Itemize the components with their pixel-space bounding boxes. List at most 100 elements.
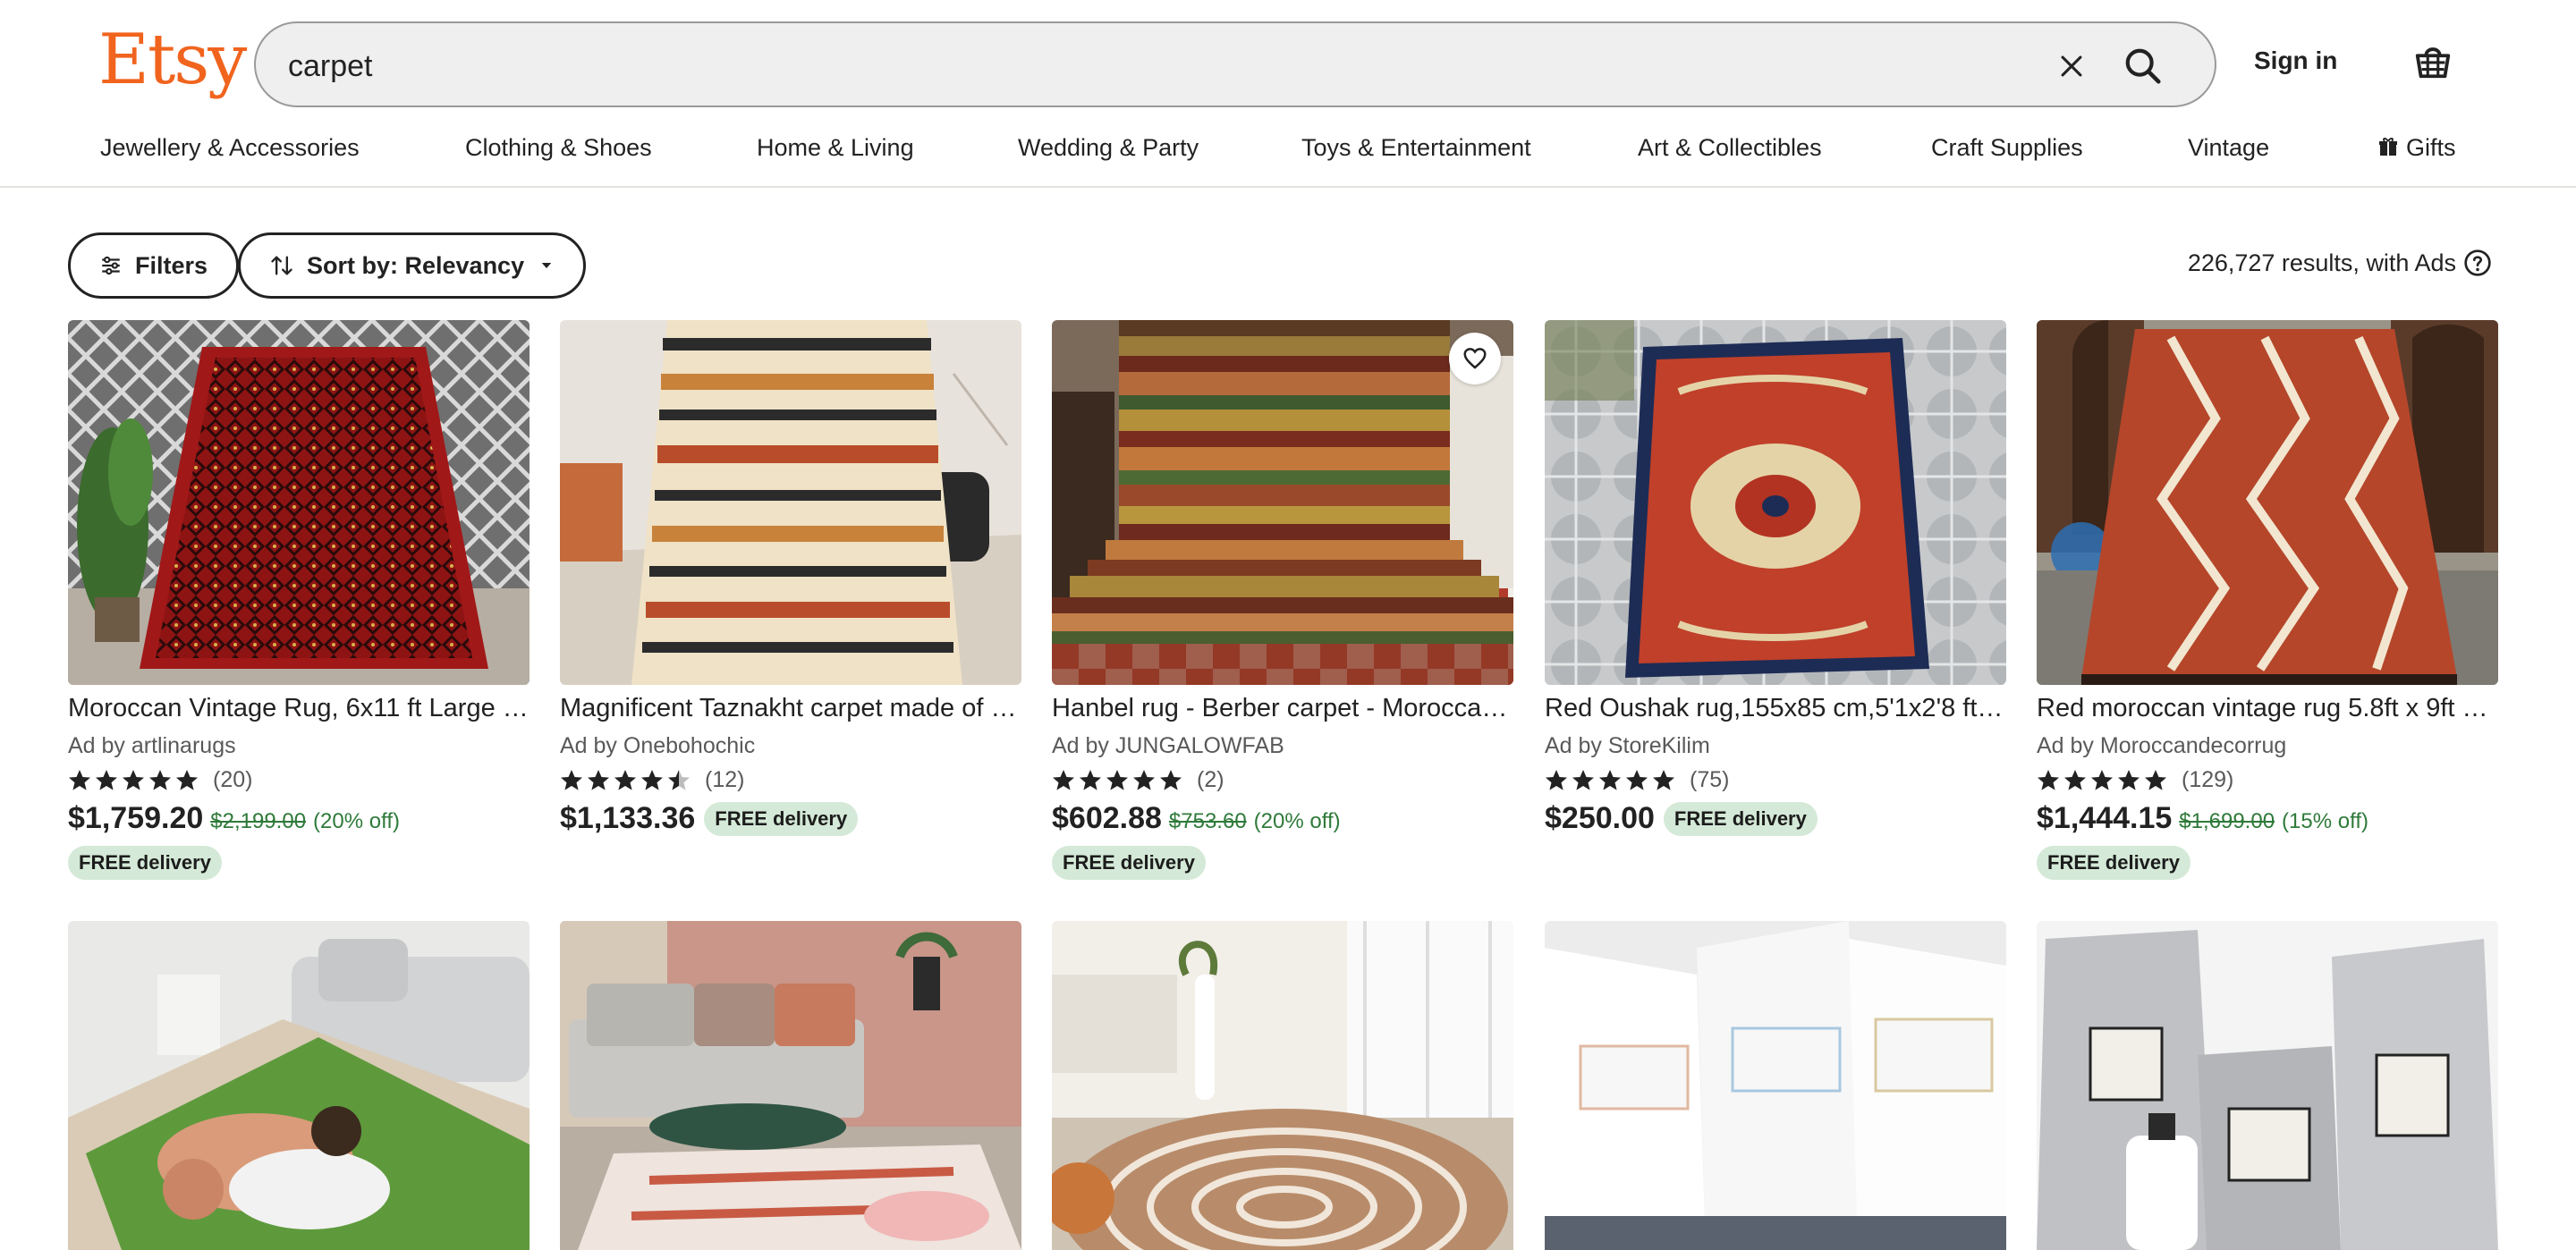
original-price: $2,199.00: [210, 809, 307, 833]
category-vintage[interactable]: Vintage: [2188, 134, 2269, 162]
filters-icon: [102, 256, 120, 275]
search-bar: [254, 21, 2216, 107]
listing-image[interactable]: [1545, 320, 2006, 685]
listing-price: $1,133.36: [560, 801, 696, 835]
caret-down-icon: [541, 263, 552, 268]
filters-label: Filters: [135, 251, 208, 279]
price-row: $1,133.36 FREE delivery: [560, 801, 859, 839]
category-gifts-label: Gifts: [2406, 134, 2456, 161]
price-row: $1,759.20 $2,199.00 (20% off): [68, 801, 400, 836]
rug-photo: [1052, 320, 1513, 685]
listing-title[interactable]: Red moroccan vintage rug 5.8ft x 9ft han…: [2037, 694, 2498, 723]
star-rating: [68, 769, 202, 792]
listing-rating: (129): [2037, 767, 2233, 793]
photo-rug-family: [68, 921, 530, 1250]
listing-shop[interactable]: Ad by artlinarugs: [68, 733, 236, 759]
review-count: (2): [1197, 767, 1224, 792]
close-icon: [2061, 55, 2082, 77]
rug-photo: [2037, 320, 2498, 685]
listing-image[interactable]: [2037, 320, 2498, 685]
review-count: (12): [705, 767, 745, 792]
listing-rating: (12): [560, 767, 744, 793]
listing-rating: (2): [1052, 767, 1224, 793]
rug-photo: [1545, 320, 2006, 685]
listing-title[interactable]: Red Oushak rug,155x85 cm,5'1x2'8 ft, vin…: [1545, 694, 2006, 723]
review-count: (129): [2182, 767, 2234, 792]
category-craft-supplies[interactable]: Craft Supplies: [1931, 134, 2083, 162]
listing-shop[interactable]: Ad by Moroccandecorrug: [2037, 733, 2286, 759]
listing-rating: (75): [1545, 767, 1729, 793]
listing-image[interactable]: [2037, 921, 2498, 1250]
original-price: $1,699.00: [2179, 809, 2275, 833]
search-input[interactable]: [288, 45, 1987, 88]
listing-shop[interactable]: Ad by StoreKilim: [1545, 733, 1710, 759]
search-button[interactable]: [2107, 30, 2179, 102]
help-icon[interactable]: [2463, 249, 2492, 277]
results-count: 226,727 results, with Ads: [2188, 249, 2492, 277]
listing-image[interactable]: [68, 320, 530, 685]
free-delivery-badge: FREE delivery: [2037, 846, 2190, 880]
listing-price: $602.88: [1052, 801, 1162, 835]
review-count: (75): [1690, 767, 1730, 792]
listing-price: $1,444.15: [2037, 801, 2173, 835]
filters-button[interactable]: Filters: [68, 232, 240, 299]
listing-shop[interactable]: Ad by JUNGALOWFAB: [1052, 733, 1284, 759]
basket-icon: [2415, 47, 2451, 79]
search-icon: [2125, 48, 2161, 84]
category-clothing-shoes[interactable]: Clothing & Shoes: [465, 134, 652, 162]
listing-image[interactable]: [1545, 921, 2006, 1250]
category-gifts[interactable]: Gifts: [2377, 134, 2456, 162]
free-delivery-badge: FREE delivery: [1663, 802, 1818, 836]
photo-round-jute-rug: [1052, 921, 1513, 1250]
listing-image[interactable]: [1052, 921, 1513, 1250]
photo-laundry-bags: [1545, 921, 2006, 1250]
cart-button[interactable]: [2408, 36, 2458, 86]
star-rating: [560, 769, 694, 792]
rug-photo: [68, 320, 530, 685]
sort-label: Sort by: Relevancy: [307, 251, 525, 279]
heart-icon: [1463, 348, 1487, 369]
listing-title[interactable]: Magnificent Taznakht carpet made of wool: [560, 694, 1021, 723]
sort-icon: [271, 256, 292, 275]
listing-title[interactable]: Hanbel rug - Berber carpet - Moroccan ki…: [1052, 694, 1513, 723]
category-toys-entertainment[interactable]: Toys & Entertainment: [1301, 134, 1531, 162]
review-count: (20): [213, 767, 253, 792]
listing-price: $250.00: [1545, 801, 1655, 835]
photo-silver-pouches: [2037, 921, 2498, 1250]
listing-image[interactable]: [68, 921, 530, 1250]
listing-price: $1,759.20: [68, 801, 204, 835]
rug-photo: [560, 320, 1021, 685]
etsy-logo[interactable]: Etsy: [98, 20, 247, 100]
favorite-button[interactable]: [1449, 333, 1501, 384]
free-delivery-badge: FREE delivery: [704, 802, 859, 836]
photo-living-room: [560, 921, 1021, 1250]
price-row: $1,444.15 $1,699.00 (15% off): [2037, 801, 2368, 836]
price-row: $602.88 $753.60 (20% off): [1052, 801, 1341, 836]
original-price: $753.60: [1168, 809, 1247, 833]
category-wedding-party[interactable]: Wedding & Party: [1018, 134, 1199, 162]
discount: (15% off): [2282, 809, 2368, 833]
listing-image[interactable]: [560, 921, 1021, 1250]
free-delivery-badge: FREE delivery: [1052, 846, 1206, 880]
listing-image[interactable]: [560, 320, 1021, 685]
results-text: 226,727 results, with Ads: [2187, 249, 2456, 276]
category-jewellery-accessories[interactable]: Jewellery & Accessories: [100, 134, 360, 162]
category-nav: Jewellery & Accessories Clothing & Shoes…: [0, 134, 2576, 170]
discount: (20% off): [313, 809, 400, 833]
price-row: $250.00 FREE delivery: [1545, 801, 1818, 839]
listing-rating: (20): [68, 767, 252, 793]
category-home-living[interactable]: Home & Living: [757, 134, 914, 162]
clear-search-button[interactable]: [2045, 39, 2098, 93]
site-header: Etsy Sign in Jewellery & Accessories Clo…: [0, 0, 2576, 188]
category-art-collectibles[interactable]: Art & Collectibles: [1638, 134, 1822, 162]
listing-image[interactable]: [1052, 320, 1513, 685]
sign-in-link[interactable]: Sign in: [2254, 46, 2337, 75]
discount: (20% off): [1253, 809, 1341, 833]
listing-title[interactable]: Moroccan Vintage Rug, 6x11 ft Large Moro…: [68, 694, 530, 723]
star-rating: [1545, 769, 1679, 792]
star-rating: [1052, 769, 1186, 792]
free-delivery-badge: FREE delivery: [68, 846, 222, 880]
gift-icon: [2379, 138, 2397, 156]
sort-dropdown[interactable]: Sort by: Relevancy: [238, 232, 587, 299]
listing-shop[interactable]: Ad by Onebohochic: [560, 733, 755, 759]
